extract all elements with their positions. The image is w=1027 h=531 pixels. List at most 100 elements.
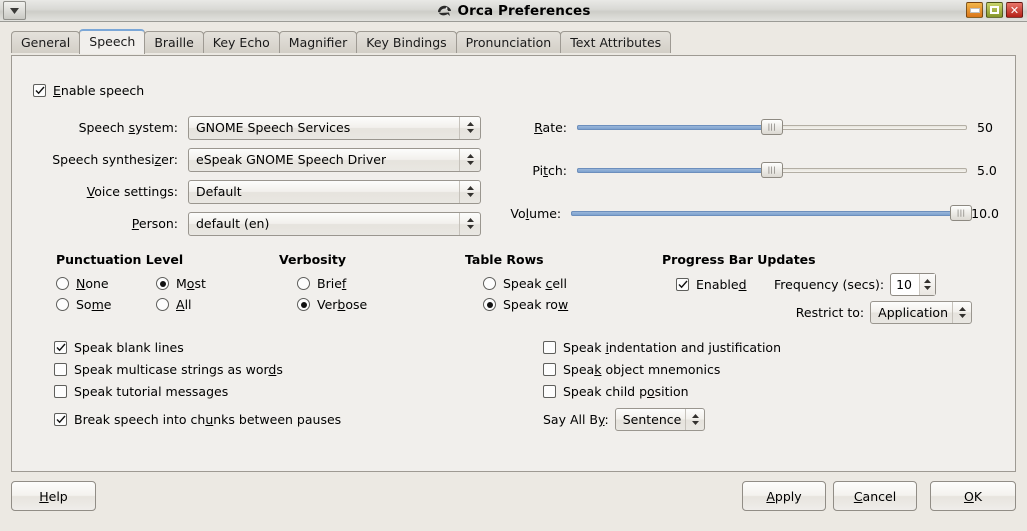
speak-tutorial-messages-row[interactable]: Speak tutorial messages (54, 380, 341, 402)
progress-enabled-row[interactable]: Enabled (676, 277, 774, 292)
window-controls: ✕ (966, 2, 1023, 18)
punctuation-option-most[interactable]: Most (156, 273, 256, 294)
speak-object-mnemonics-row[interactable]: Speak object mnemonics (543, 358, 781, 380)
chevron-updown-icon (459, 212, 480, 235)
apply-button[interactable]: Apply (742, 481, 826, 511)
chevron-updown-icon (459, 116, 480, 139)
restrict-to-combo[interactable]: Application (870, 301, 972, 324)
chevron-updown-icon (459, 148, 480, 171)
enable-speech-checkbox-row[interactable]: Enable speech (33, 83, 144, 98)
person-combo[interactable]: default (en) (188, 211, 481, 236)
punctuation-some-label: Some (76, 297, 112, 312)
volume-slider-thumb[interactable]: ||| (950, 205, 973, 221)
speak-blank-lines-row[interactable]: Speak blank lines (54, 336, 341, 358)
tab-bar: General Speech Braille Key Echo Magnifie… (0, 29, 1027, 54)
pitch-value: 5.0 (977, 162, 997, 178)
punctuation-option-some[interactable]: Some (56, 294, 156, 315)
speak-indentation-row[interactable]: Speak indentation and justification (543, 336, 781, 358)
title-bar: Orca Preferences ✕ (0, 0, 1027, 22)
window-menu-icon[interactable] (3, 1, 26, 20)
chevron-updown-icon (459, 180, 480, 203)
speech-synthesizer-value: eSpeak GNOME Speech Driver (196, 152, 387, 167)
speech-system-combo[interactable]: GNOME Speech Services (188, 115, 481, 140)
minimize-icon[interactable] (966, 2, 983, 18)
punctuation-all-label: All (176, 297, 192, 312)
say-all-by-label: Say All By: (543, 412, 609, 427)
speak-tutorial-messages-checkbox[interactable] (54, 384, 67, 398)
volume-slider-fill (571, 211, 962, 216)
tab-text-attributes[interactable]: Text Attributes (560, 31, 672, 53)
tab-braille[interactable]: Braille (144, 31, 204, 53)
pitch-label: Pitch: (532, 162, 567, 178)
radio-brief[interactable] (297, 277, 310, 290)
tab-magnifier[interactable]: Magnifier (278, 31, 358, 53)
radio-some[interactable] (56, 298, 69, 311)
verbosity-option-brief[interactable]: Brief (297, 273, 367, 294)
break-speech-chunks-checkbox[interactable] (54, 412, 67, 426)
progress-bar-updates-group: Progress Bar Updates Enabled Frequency (… (662, 252, 972, 324)
tab-key-echo[interactable]: Key Echo (202, 31, 280, 53)
radio-speak-cell[interactable] (483, 277, 496, 290)
speak-indentation-checkbox[interactable] (543, 340, 556, 354)
speech-system-value: GNOME Speech Services (196, 120, 351, 135)
table-rows-speak-row-label: Speak row (503, 297, 569, 312)
speak-multicase-strings-row[interactable]: Speak multicase strings as words (54, 358, 341, 380)
ok-button[interactable]: OK (930, 481, 1016, 511)
speech-synthesizer-label: Speech synthesizer: (52, 152, 178, 167)
tab-speech[interactable]: Speech (79, 29, 146, 54)
help-button[interactable]: Help (11, 481, 96, 511)
speak-child-position-checkbox[interactable] (543, 384, 556, 398)
speech-options-left-column: Speak blank lines Speak multicase string… (54, 336, 341, 430)
radio-verbose[interactable] (297, 298, 310, 311)
speak-child-position-label: Speak child position (563, 383, 689, 399)
pitch-slider-row: Pitch: ||| 5.0 (499, 159, 999, 181)
pitch-slider[interactable]: ||| (577, 162, 967, 178)
enable-speech-checkbox[interactable] (33, 84, 46, 97)
maximize-icon[interactable] (986, 2, 1003, 18)
rate-slider-thumb[interactable]: ||| (761, 119, 783, 135)
tab-general[interactable]: General (11, 31, 81, 53)
rate-slider[interactable]: ||| (577, 119, 967, 135)
cancel-button[interactable]: Cancel (833, 481, 917, 511)
break-speech-chunks-row[interactable]: Break speech into chunks between pauses (54, 408, 341, 430)
say-all-by-combo[interactable]: Sentence (614, 408, 706, 431)
punctuation-option-none[interactable]: None (56, 273, 156, 294)
dialog-button-bar: Help Apply Cancel OK (0, 481, 1027, 531)
speak-blank-lines-checkbox[interactable] (54, 340, 67, 354)
pitch-slider-thumb[interactable]: ||| (761, 162, 783, 178)
speak-object-mnemonics-checkbox[interactable] (543, 362, 556, 376)
radio-speak-row[interactable] (483, 298, 496, 311)
verbosity-group: Verbosity Brief Verbose (279, 252, 367, 315)
chevron-updown-icon (952, 302, 971, 323)
voice-settings-value: Default (196, 184, 242, 199)
speak-child-position-row[interactable]: Speak child position (543, 380, 781, 402)
verbosity-option-verbose[interactable]: Verbose (297, 294, 367, 315)
speech-combo-group: Speech system: GNOME Speech Services Spe… (33, 115, 488, 244)
restrict-to-label: Restrict to: (795, 305, 865, 320)
speech-synthesizer-combo[interactable]: eSpeak GNOME Speech Driver (188, 147, 481, 172)
table-rows-title: Table Rows (465, 252, 544, 267)
tab-pronunciation[interactable]: Pronunciation (455, 31, 562, 53)
progress-enabled-checkbox[interactable] (676, 278, 689, 291)
volume-slider[interactable]: ||| (571, 205, 973, 221)
table-rows-option-speak-row[interactable]: Speak row (483, 294, 568, 315)
punctuation-option-all[interactable]: All (156, 294, 256, 315)
rate-slider-row: Rate: ||| 50 (499, 116, 999, 138)
table-rows-speak-cell-label: Speak cell (503, 276, 567, 291)
tab-key-bindings[interactable]: Key Bindings (356, 31, 457, 53)
verbosity-verbose-label: Verbose (317, 297, 368, 312)
frequency-stepper[interactable]: 10 (890, 273, 937, 296)
rate-label: Rate: (534, 119, 567, 135)
pitch-slider-fill (577, 168, 772, 173)
stepper-arrows-icon[interactable] (919, 274, 936, 295)
voice-settings-combo[interactable]: Default (188, 179, 481, 204)
table-rows-option-speak-cell[interactable]: Speak cell (483, 273, 568, 294)
cancel-button-label: Cancel (853, 488, 897, 504)
ok-button-label: OK (963, 488, 983, 504)
radio-all[interactable] (156, 298, 169, 311)
speech-system-label: Speech system: (78, 120, 178, 135)
radio-most[interactable] (156, 277, 169, 290)
close-icon[interactable]: ✕ (1006, 2, 1023, 18)
radio-none[interactable] (56, 277, 69, 290)
speak-multicase-strings-checkbox[interactable] (54, 362, 67, 376)
